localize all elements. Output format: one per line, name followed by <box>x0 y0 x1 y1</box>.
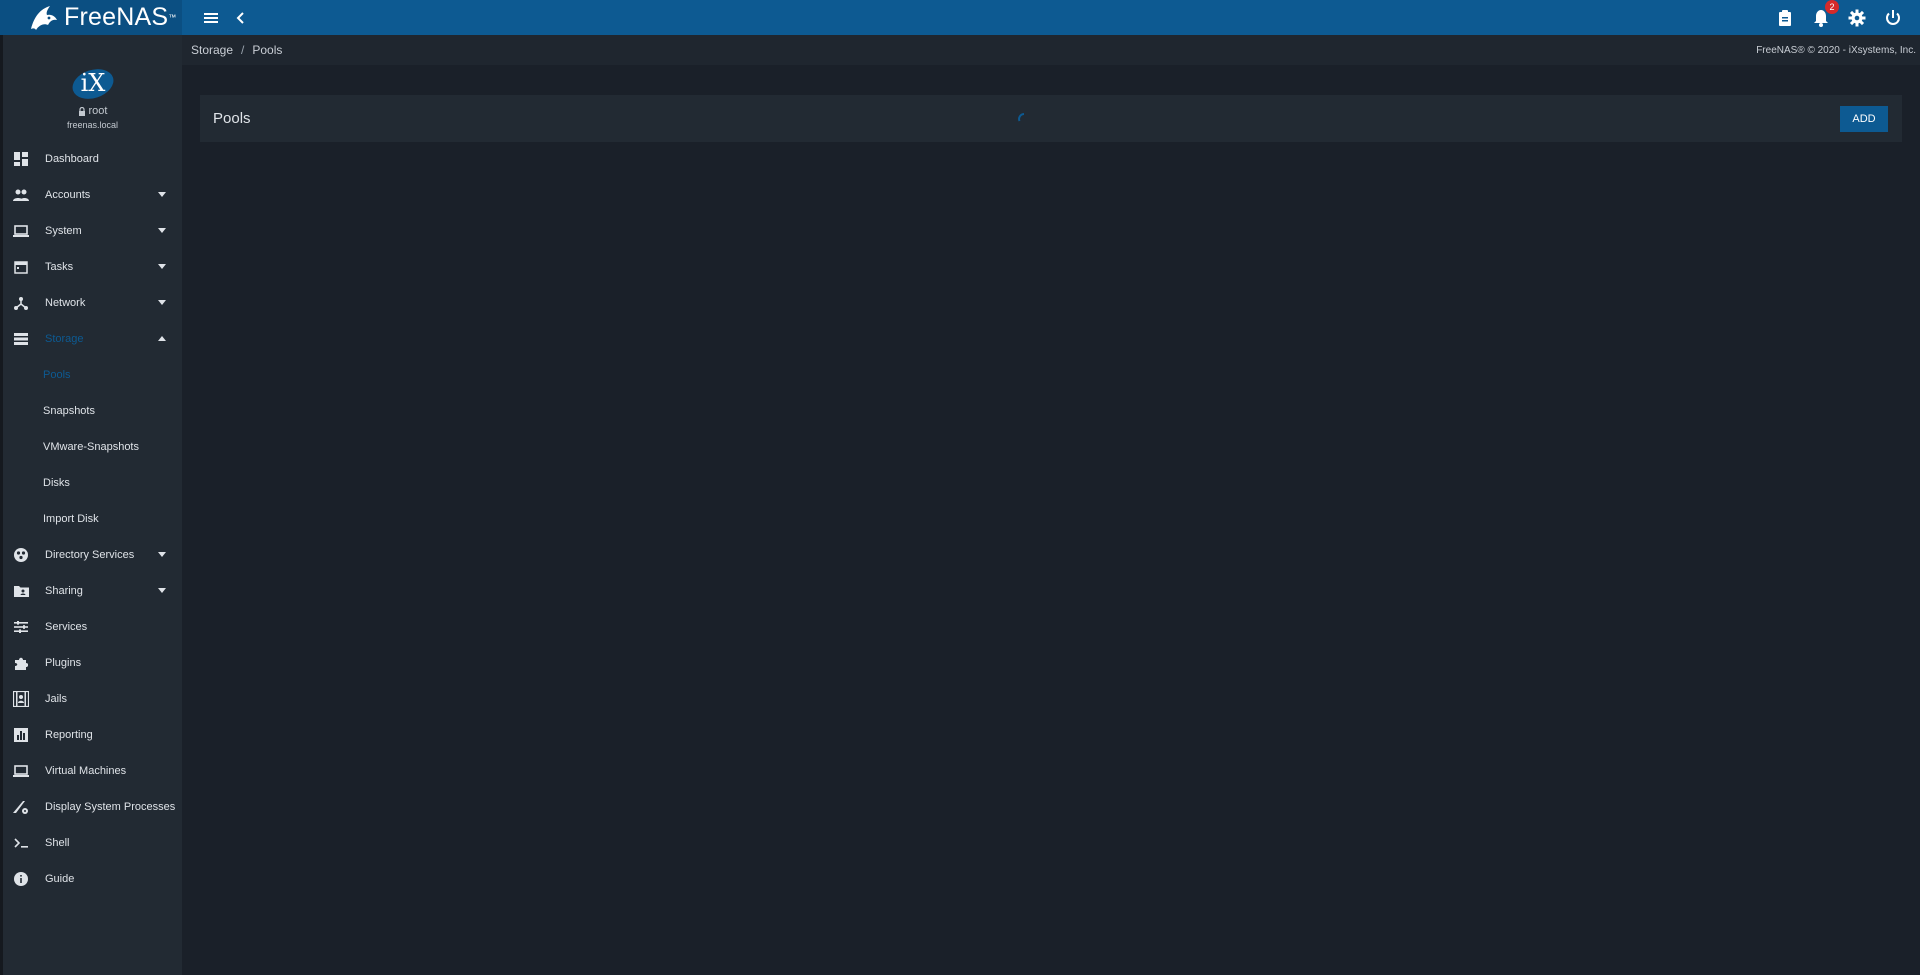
puzzle-icon <box>12 654 30 672</box>
sidebar-item-label: Dashboard <box>45 153 99 165</box>
sidebar-subitem-disks[interactable]: Disks <box>3 465 182 501</box>
sidebar-item-label: Guide <box>45 873 75 885</box>
collapse-sidebar-button[interactable] <box>230 7 252 29</box>
logo-trademark: ™ <box>168 13 177 22</box>
add-pool-button[interactable]: ADD <box>1840 106 1888 132</box>
sidebar-item-plugins[interactable]: Plugins <box>3 645 182 681</box>
sidebar-item-dashboard[interactable]: Dashboard <box>3 141 182 177</box>
processes-icon <box>12 798 30 816</box>
loading-spinner-icon <box>1018 113 1025 122</box>
logo-text: FreeNAS <box>64 3 169 31</box>
notification-badge: 2 <box>1825 0 1839 14</box>
chevron-down-icon <box>158 192 166 197</box>
sidebar-item-label: Sharing <box>45 585 83 597</box>
sidebar-item-label: Jails <box>45 693 68 705</box>
chevron-down-icon <box>158 552 166 557</box>
breadcrumb-separator: / <box>241 43 245 57</box>
sidebar-item-tasks[interactable]: Tasks <box>3 249 182 285</box>
sidebar-item-network[interactable]: Network <box>3 285 182 321</box>
breadcrumb-pools: Pools <box>252 43 283 57</box>
jail-icon <box>12 690 30 708</box>
folder-shared-icon <box>12 582 30 600</box>
notifications-button[interactable]: 2 <box>1810 0 1839 29</box>
network-icon <box>12 294 30 312</box>
lock-icon <box>78 106 85 116</box>
hostname: freenas.local <box>66 120 119 130</box>
calendar-icon <box>12 258 30 276</box>
sidebar-subitem-snapshots[interactable]: Snapshots <box>3 393 182 429</box>
sidebar-item-label: Virtual Machines <box>45 765 127 777</box>
breadcrumb-storage[interactable]: Storage <box>191 43 233 57</box>
sidebar-nav: Dashboard Accounts System Tasks Network … <box>3 141 182 897</box>
username: root <box>88 105 108 117</box>
sidebar-subitem-pools[interactable]: Pools <box>3 357 182 393</box>
chevron-left-icon <box>236 11 244 24</box>
sidebar-item-label: Directory Services <box>45 549 135 561</box>
sidebar-item-label: System <box>45 225 82 237</box>
sidebar-item-virtual-machines[interactable]: Virtual Machines <box>3 753 182 789</box>
tune-icon <box>12 618 30 636</box>
sidebar-subitem-vmware-snapshots[interactable]: VMware-Snapshots <box>3 429 182 465</box>
power-icon <box>1886 9 1900 25</box>
logo[interactable]: FreeNAS ™ <box>0 0 182 35</box>
sidebar-subitem-import-disk[interactable]: Import Disk <box>3 501 182 537</box>
breadcrumb: Storage / Pools FreeNAS® © 2020 - iXsyst… <box>182 35 1920 65</box>
sidebar-item-display-system-processes[interactable]: Display System Processes <box>3 789 182 825</box>
sidebar-item-jails[interactable]: Jails <box>3 681 182 717</box>
page-title: Pools <box>213 110 251 127</box>
sidebar-item-label: Tasks <box>45 261 74 273</box>
task-manager-button[interactable] <box>1774 7 1796 29</box>
system-icon <box>12 222 30 240</box>
bar-chart-icon <box>12 726 30 744</box>
sidebar: iX root freenas.local Dashboard Accounts… <box>0 35 182 975</box>
sidebar-item-system[interactable]: System <box>3 213 182 249</box>
sidebar-item-label: Reporting <box>45 729 93 741</box>
sidebar-item-storage[interactable]: Storage <box>3 321 182 357</box>
menu-toggle-button[interactable] <box>200 7 222 29</box>
dashboard-icon <box>12 150 30 168</box>
laptop-icon <box>12 762 30 780</box>
sidebar-item-label: Display System Processes <box>45 801 176 813</box>
settings-button[interactable] <box>1846 7 1868 29</box>
chevron-down-icon <box>158 300 166 305</box>
chevron-down-icon <box>158 588 166 593</box>
copyright-text: FreeNAS® © 2020 - iXsystems, Inc. <box>1756 44 1916 56</box>
clipboard-icon <box>1779 9 1791 26</box>
chevron-down-icon <box>158 264 166 269</box>
sidebar-item-shell[interactable]: Shell <box>3 825 182 861</box>
info-icon <box>12 870 30 888</box>
sidebar-item-label: Shell <box>45 837 70 849</box>
pools-card: Pools ADD <box>200 95 1902 142</box>
sidebar-item-label: Plugins <box>45 657 82 669</box>
menu-icon <box>204 12 218 23</box>
user-profile: iX root freenas.local <box>3 35 182 141</box>
storage-icon <box>12 330 30 348</box>
chevron-up-icon <box>158 336 166 341</box>
avatar-text: iX <box>80 69 105 97</box>
sidebar-item-label: Accounts <box>45 189 91 201</box>
sidebar-item-guide[interactable]: Guide <box>3 861 182 897</box>
main-content: Pools ADD <box>182 65 1920 975</box>
terminal-icon <box>12 834 30 852</box>
freenas-shark-icon <box>31 5 57 30</box>
sidebar-item-label: Services <box>45 621 88 633</box>
chevron-down-icon <box>158 228 166 233</box>
ix-logo-avatar: iX <box>72 69 113 99</box>
gear-icon <box>1848 9 1866 26</box>
sidebar-item-accounts[interactable]: Accounts <box>3 177 182 213</box>
power-button[interactable] <box>1882 7 1904 29</box>
top-bar: FreeNAS ™ 2 <box>0 0 1920 35</box>
sidebar-item-label: Storage <box>45 333 84 345</box>
sidebar-item-reporting[interactable]: Reporting <box>3 717 182 753</box>
accounts-icon <box>12 186 30 204</box>
directory-services-icon <box>12 546 30 564</box>
sidebar-item-label: Network <box>45 297 86 309</box>
sidebar-item-sharing[interactable]: Sharing <box>3 573 182 609</box>
sidebar-item-services[interactable]: Services <box>3 609 182 645</box>
sidebar-item-directory-services[interactable]: Directory Services <box>3 537 182 573</box>
username-line: root <box>78 105 108 117</box>
